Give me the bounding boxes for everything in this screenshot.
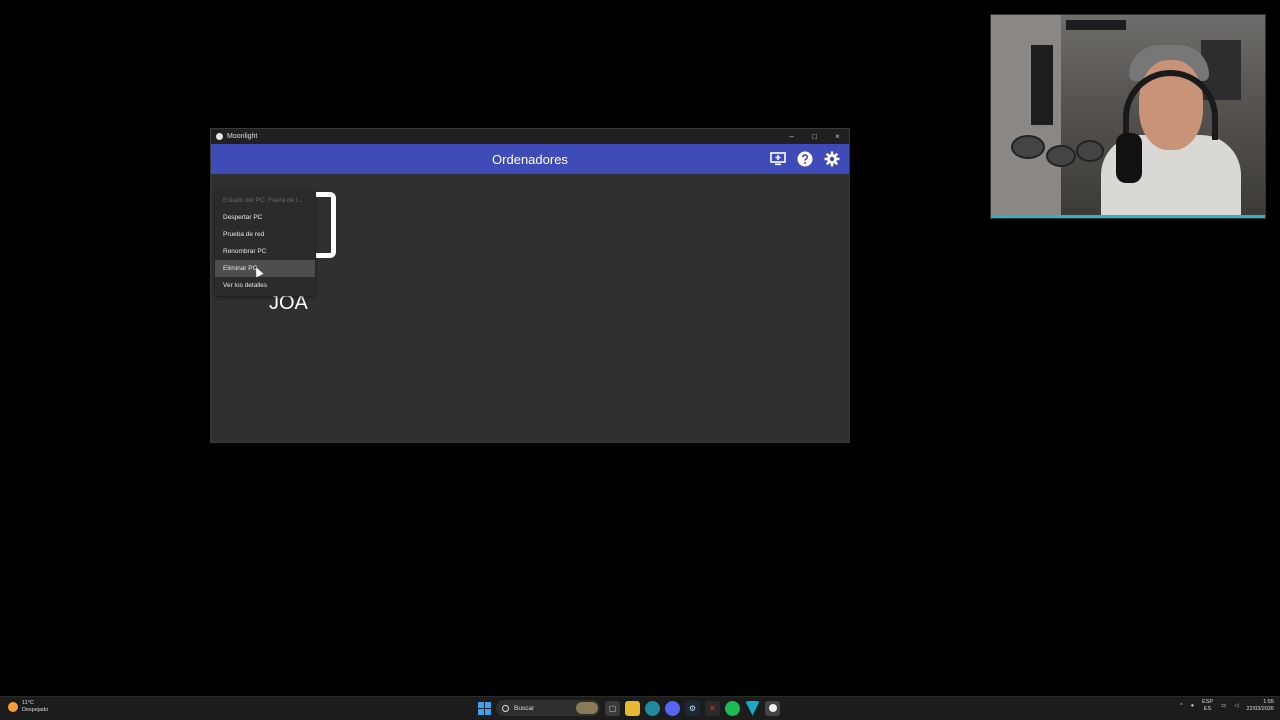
edge-browser-icon[interactable] [645,700,660,716]
language-code: ESP [1202,699,1214,705]
search-highlight-icon [576,702,598,714]
system-clock[interactable]: 1:55 22/03/2026 [1246,699,1274,713]
search-label: Buscar [514,704,535,712]
media-app-icon[interactable]: ✕ [705,700,720,716]
moonlight-app-icon [216,133,223,140]
keyboard-layout: ES [1203,706,1212,712]
clock-time: 1:55 [1263,699,1274,705]
weather-widget[interactable]: 11°C Despejado [8,700,48,714]
discord-icon[interactable] [665,700,680,716]
app-toolbar: Ordenadores [211,144,849,174]
vpn-icon[interactable] [745,700,760,716]
clock-date: 22/03/2026 [1246,706,1274,712]
pc-grid: JOA Estado del PC: Fuera de l... Despert… [211,174,849,442]
taskbar-search[interactable]: Buscar [496,700,600,716]
weather-temp: 11°C [22,700,34,706]
menu-item-network-test[interactable]: Prueba de red [215,226,315,243]
menu-item-view-details[interactable]: Ver los detalles [215,277,315,294]
weather-desc: Despejado [22,707,49,713]
maximize-button[interactable]: □ [803,129,826,144]
network-icon[interactable]: ▭ [1221,703,1226,709]
window-title: Moonlight [227,133,258,140]
add-pc-icon[interactable] [769,150,787,168]
webcam-overlay [990,14,1266,219]
volume-icon[interactable]: ◁ [1234,703,1238,709]
windows-taskbar: 11°C Despejado Buscar ▢ ⚙ ✕ ^ ● ESP ES ▭… [0,696,1280,720]
microphone-icon[interactable]: ● [1191,703,1194,709]
file-explorer-icon[interactable] [625,700,640,716]
settings-icon[interactable] [823,150,841,168]
help-icon[interactable] [796,150,814,168]
chevron-up-icon[interactable]: ^ [1180,703,1183,709]
pc-monitor-icon[interactable] [316,192,336,258]
start-icon[interactable] [478,701,491,715]
window-titlebar[interactable]: Moonlight – □ × [211,129,849,144]
menu-item-delete-pc[interactable]: Eliminar PC [215,260,315,277]
language-indicator[interactable]: ESP ES [1202,699,1213,713]
spotify-icon[interactable] [725,700,740,716]
search-icon [502,704,509,712]
close-button[interactable]: × [826,129,849,144]
minimize-button[interactable]: – [780,129,803,144]
menu-item-rename-pc[interactable]: Renombrar PC [215,243,315,260]
menu-item-pc-status: Estado del PC: Fuera de l... [223,197,303,204]
steam-icon[interactable]: ⚙ [685,700,700,716]
moonlight-window: Moonlight – □ × Ordenadores JOA Estado d… [210,128,850,443]
task-view-icon[interactable]: ▢ [605,700,620,716]
page-title: Ordenadores [492,151,568,167]
menu-item-wake-pc[interactable]: Despertar PC [215,209,315,226]
moonlight-taskbar-icon[interactable] [765,700,780,716]
pc-context-menu: Estado del PC: Fuera de l... Despertar P… [215,190,315,296]
weather-icon [8,702,18,712]
